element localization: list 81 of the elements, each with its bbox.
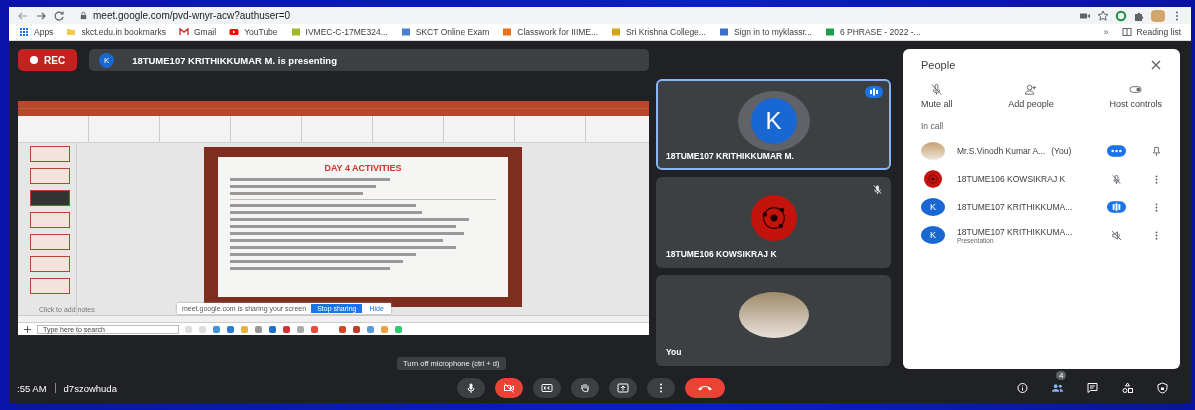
raise-hand-button[interactable] — [571, 378, 599, 398]
bookmark[interactable]: SKCT Online Exam — [400, 27, 490, 37]
avatar-initial: K — [921, 198, 945, 216]
bookmark[interactable]: skct.edu.in bookmarks — [66, 27, 166, 37]
participant-row[interactable]: 18TUME106 KOWSIKRAJ K — [921, 165, 1162, 193]
participant-name: 18TUME107 KRITHIKKUMA... — [957, 202, 1073, 212]
people-icon[interactable] — [1051, 382, 1064, 394]
slide-title: DAY 4 ACTIVITIES — [324, 163, 402, 173]
camera-button[interactable] — [495, 378, 523, 398]
windows-icon[interactable] — [24, 325, 31, 333]
add-person-icon — [1024, 83, 1038, 96]
pin-icon[interactable] — [1151, 145, 1162, 157]
more-options-button[interactable] — [647, 378, 675, 398]
reading-list-button[interactable]: Reading list — [1121, 27, 1181, 37]
bookmark[interactable]: Classwork for IIIME... — [502, 27, 599, 37]
bookmark[interactable]: Sign in to myklassr... — [718, 27, 812, 37]
participant-name: 18TUME106 KOWSIKRAJ K — [666, 249, 777, 259]
participant-name: 18TUME107 KRITHIKKUMAR M. — [666, 151, 794, 161]
photo-placeholder — [921, 142, 945, 160]
captions-icon — [541, 382, 553, 394]
recording-button[interactable]: REC — [18, 49, 78, 71]
microphone-icon — [465, 382, 477, 394]
participant-row[interactable]: Mr.S.Vinodh Kumar A... (You) — [921, 137, 1162, 165]
participant-count-badge: 4 — [1056, 371, 1067, 380]
panel-action-button[interactable]: Mute all — [921, 83, 953, 109]
participant-name: 18TUME107 KRITHIKKUMA... — [957, 226, 1073, 237]
bookmark[interactable]: YouTube — [229, 27, 278, 37]
hand-icon — [579, 382, 591, 394]
patterned-avatar — [921, 170, 945, 188]
bookmark[interactable]: 6 PHRASE - 2022 -... — [824, 27, 921, 37]
site-icon — [611, 27, 622, 37]
lock-icon — [79, 11, 88, 20]
shield-lock-icon[interactable] — [1156, 382, 1169, 394]
participant-row[interactable]: K 18TUME107 KRITHIKKUMA... — [921, 193, 1162, 221]
play-icon — [229, 27, 240, 37]
extension-icon[interactable] — [1115, 9, 1127, 22]
close-icon[interactable] — [1150, 59, 1162, 71]
site-icon — [290, 27, 301, 37]
site-icon — [502, 27, 513, 37]
presenting-text: 18TUME107 KRITHIKKUMAR M. is presenting — [132, 54, 337, 66]
participant-name: Mr.S.Vinodh Kumar A... — [957, 146, 1046, 156]
section-heading: In call — [921, 121, 945, 131]
meeting-time: :55 AM — [17, 382, 47, 394]
more-bookmarks-button[interactable]: » — [1103, 27, 1109, 37]
panel-action-button[interactable]: Add people — [1008, 83, 1054, 109]
phone-hangup-icon — [697, 383, 713, 393]
star-icon[interactable] — [1097, 9, 1109, 22]
toggle-icon — [1129, 83, 1143, 96]
camera-off-icon — [503, 382, 515, 394]
reload-icon[interactable] — [53, 9, 65, 22]
site-icon — [824, 27, 835, 37]
bookmark[interactable]: Gmail — [178, 27, 217, 37]
grid-icon — [19, 27, 29, 37]
avatar-initial: K — [921, 226, 945, 244]
captions-button[interactable] — [533, 378, 561, 398]
mic-off-icon — [930, 83, 944, 96]
participant-name: You — [666, 347, 682, 357]
present-button[interactable] — [609, 378, 637, 398]
site-icon — [718, 27, 729, 37]
shapes-icon[interactable] — [1121, 382, 1134, 394]
bookmark[interactable]: Sri Krishna College... — [611, 27, 706, 37]
audio-level-icon — [865, 86, 883, 98]
panel-action-button[interactable]: Host controls — [1109, 83, 1162, 109]
bookmark[interactable]: IVMEC-C-17ME324... — [290, 27, 388, 37]
panel-title: People — [921, 59, 956, 71]
bookmark[interactable]: Apps — [19, 27, 54, 37]
leave-call-button[interactable] — [685, 378, 725, 398]
meeting-code: d7szowhuda — [63, 382, 117, 394]
info-icon[interactable] — [1016, 382, 1029, 394]
you-label: (You) — [1051, 146, 1072, 156]
presenter-avatar: K — [99, 52, 115, 68]
url-text: meet.google.com/pvd-wnyr-acw?authuser=0 — [93, 10, 291, 21]
chat-icon[interactable] — [1086, 382, 1099, 394]
avatar-initial: K — [750, 97, 797, 144]
list-icon — [1121, 27, 1132, 37]
microphone-button[interactable] — [457, 378, 485, 398]
folder-icon — [66, 27, 77, 37]
mail-icon — [178, 27, 189, 37]
present-screen-icon — [617, 382, 629, 394]
participant-name: 18TUME106 KOWSIKRAJ K — [957, 174, 1066, 184]
site-icon — [400, 27, 411, 37]
